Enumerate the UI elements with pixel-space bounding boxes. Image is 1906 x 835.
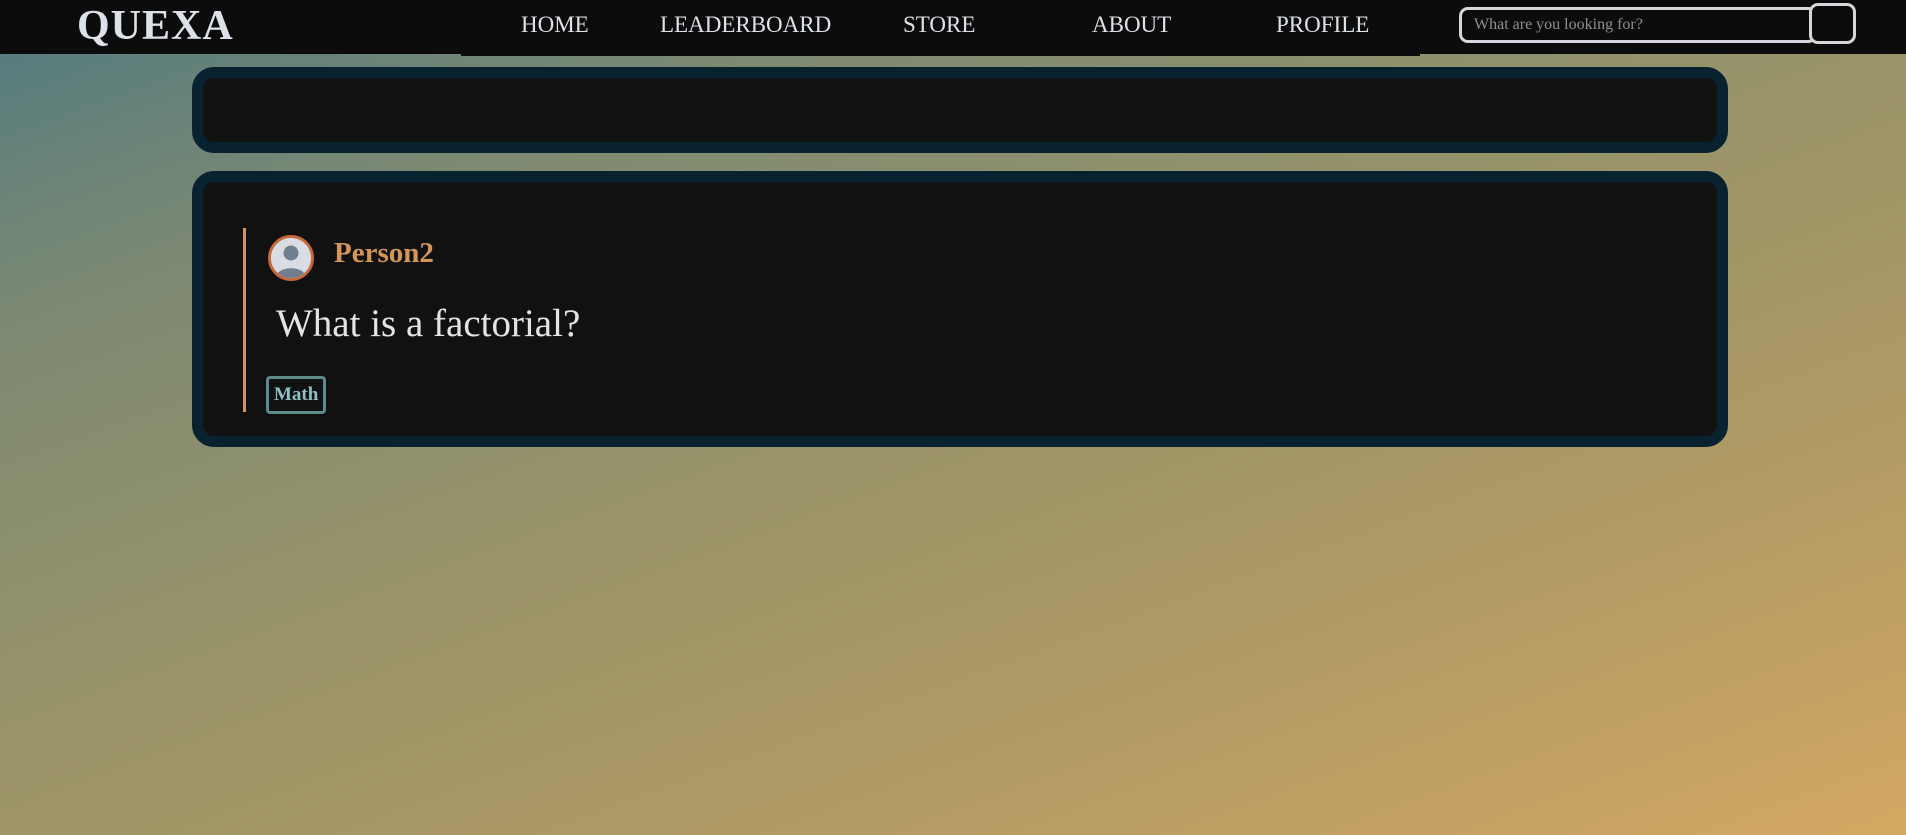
avatar[interactable] (268, 235, 314, 281)
search-input[interactable] (1474, 13, 1804, 37)
nav-home[interactable]: HOME (521, 11, 589, 39)
post-author[interactable]: Person2 (334, 236, 434, 270)
search-box (1459, 7, 1817, 43)
top-navigation-bar: QUEXA HOME LEADERBOARD STORE ABOUT PROFI… (0, 0, 1906, 56)
question-post[interactable]: Person2 What is a factorial? Math (243, 228, 946, 414)
site-logo[interactable]: QUEXA (77, 2, 234, 50)
search-button[interactable] (1809, 3, 1856, 44)
user-avatar-icon (271, 238, 311, 278)
nav-about[interactable]: ABOUT (1092, 11, 1171, 39)
nav-store[interactable]: STORE (903, 11, 975, 39)
tag-math[interactable]: Math (266, 376, 327, 414)
post-panel: Person2 What is a factorial? Math (192, 171, 1728, 447)
main-nav: HOME LEADERBOARD STORE ABOUT PROFILE (461, 0, 1420, 56)
nav-leaderboard[interactable]: LEADERBOARD (660, 11, 831, 39)
nav-profile[interactable]: PROFILE (1276, 11, 1369, 39)
ad-panel (192, 67, 1728, 153)
question-title[interactable]: What is a factorial? (276, 302, 580, 346)
